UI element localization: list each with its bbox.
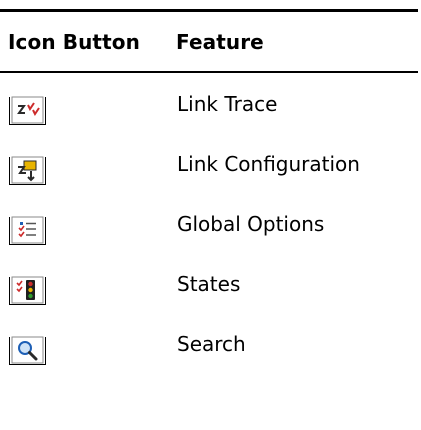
feature-label: Global Options	[177, 212, 325, 236]
link-configuration-icon	[11, 156, 44, 184]
header-feature: Feature	[176, 30, 264, 54]
header-icon-button: Icon Button	[8, 30, 140, 54]
search-button[interactable]	[9, 336, 47, 367]
feature-label: Link Trace	[177, 92, 278, 116]
feature-label: Search	[177, 332, 246, 356]
table-row: Global Options	[0, 210, 421, 270]
states-icon	[11, 276, 44, 304]
states-button[interactable]	[9, 276, 47, 307]
search-icon	[11, 336, 44, 364]
feature-label: Link Configuration	[177, 152, 360, 176]
table-row: Search	[0, 330, 421, 390]
link-trace-icon	[11, 96, 44, 124]
table-row: Link Configuration	[0, 150, 421, 210]
table-row: Link Trace	[0, 90, 421, 150]
link-configuration-button[interactable]	[9, 156, 47, 187]
global-options-button[interactable]	[9, 216, 47, 247]
feature-label: States	[177, 272, 241, 296]
link-trace-button[interactable]	[9, 96, 47, 127]
icon-feature-table: Icon Button Feature Link Trace Link Conf…	[0, 0, 421, 430]
table-top-rule	[0, 9, 418, 12]
global-options-icon	[11, 216, 44, 244]
table-header-rule	[0, 71, 418, 73]
table-row: States	[0, 270, 421, 330]
